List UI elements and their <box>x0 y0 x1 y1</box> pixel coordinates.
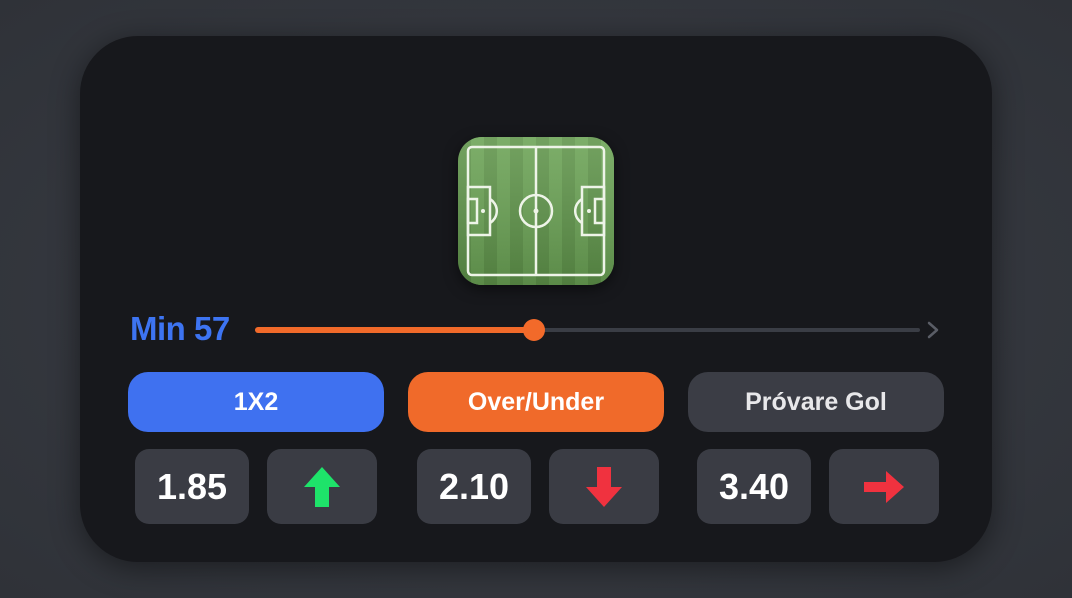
market-tab-1x2[interactable]: 1X2 <box>128 372 384 432</box>
trend-indicator-1x2 <box>267 449 377 524</box>
odd-value: 1.85 <box>156 465 228 507</box>
down-arrow-icon <box>586 466 622 507</box>
market-tab-label: Over/Under <box>467 387 605 416</box>
up-arrow-icon <box>304 466 340 507</box>
odd-value: 2.10 <box>438 465 510 507</box>
football-pitch-icon <box>458 137 614 285</box>
market-tab-label: Próvare Gol <box>745 387 887 416</box>
odd-button-1x2[interactable]: 1.85 <box>135 449 249 524</box>
odd-button-provare-gol[interactable]: 3.40 <box>697 449 811 524</box>
market-tab-label: 1X2 <box>233 387 279 416</box>
trend-indicator-provare-gol <box>829 449 939 524</box>
trend-indicator-over-under <box>549 449 659 524</box>
market-tab-over-under[interactable]: Over/Under <box>408 372 664 432</box>
odd-value: 3.40 <box>718 465 790 507</box>
timeline-progress <box>255 327 534 333</box>
market-tab-provare-gol[interactable]: Próvare Gol <box>688 372 944 432</box>
match-timeline-slider[interactable] <box>255 318 945 342</box>
chevron-right-icon[interactable] <box>923 319 943 341</box>
right-arrow-icon <box>864 470 904 503</box>
timeline-thumb[interactable] <box>523 319 545 341</box>
odd-button-over-under[interactable]: 2.10 <box>417 449 531 524</box>
match-minute-label: Min 57 <box>130 310 230 347</box>
